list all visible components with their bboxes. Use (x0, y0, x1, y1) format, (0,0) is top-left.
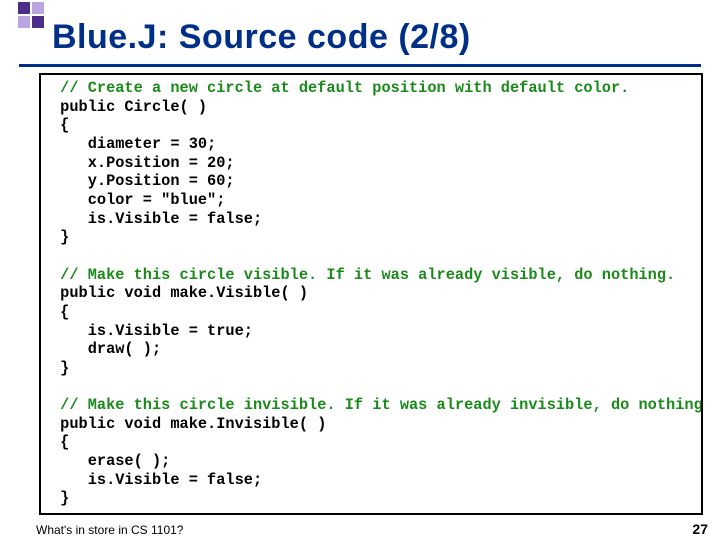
code-line: { (51, 116, 69, 134)
code-line: diameter = 30; (51, 135, 216, 153)
code-line: public void make.Visible( ) (51, 284, 308, 302)
comment-1: // Create a new circle at default positi… (51, 79, 629, 97)
code-line: } (51, 359, 69, 377)
code-line: x.Position = 20; (51, 154, 235, 172)
slide-title: Blue.J: Source code (2/8) (52, 18, 471, 57)
code-line: } (51, 489, 69, 507)
title-underline (19, 64, 701, 67)
slide-logo (18, 2, 46, 30)
code-line: color = "blue"; (51, 191, 225, 209)
code-line: erase( ); (51, 452, 170, 470)
code-line: is.Visible = false; (51, 471, 262, 489)
code-line: is.Visible = false; (51, 210, 262, 228)
logo-squares-icon (18, 2, 46, 30)
code-line: } (51, 228, 69, 246)
code-line: { (51, 303, 69, 321)
code-frame: // Create a new circle at default positi… (39, 73, 703, 515)
code-line: draw( ); (51, 340, 161, 358)
code-line: public Circle( ) (51, 98, 207, 116)
code-line: is.Visible = true; (51, 322, 253, 340)
comment-2: // Make this circle visible. If it was a… (51, 266, 675, 284)
code-line: { (51, 433, 69, 451)
page-number: 27 (692, 521, 708, 537)
comment-3: // Make this circle invisible. If it was… (51, 396, 703, 414)
footer-text: What's in store in CS 1101? (36, 523, 183, 537)
code-line: y.Position = 60; (51, 172, 235, 190)
code-line: public void make.Invisible( ) (51, 415, 326, 433)
